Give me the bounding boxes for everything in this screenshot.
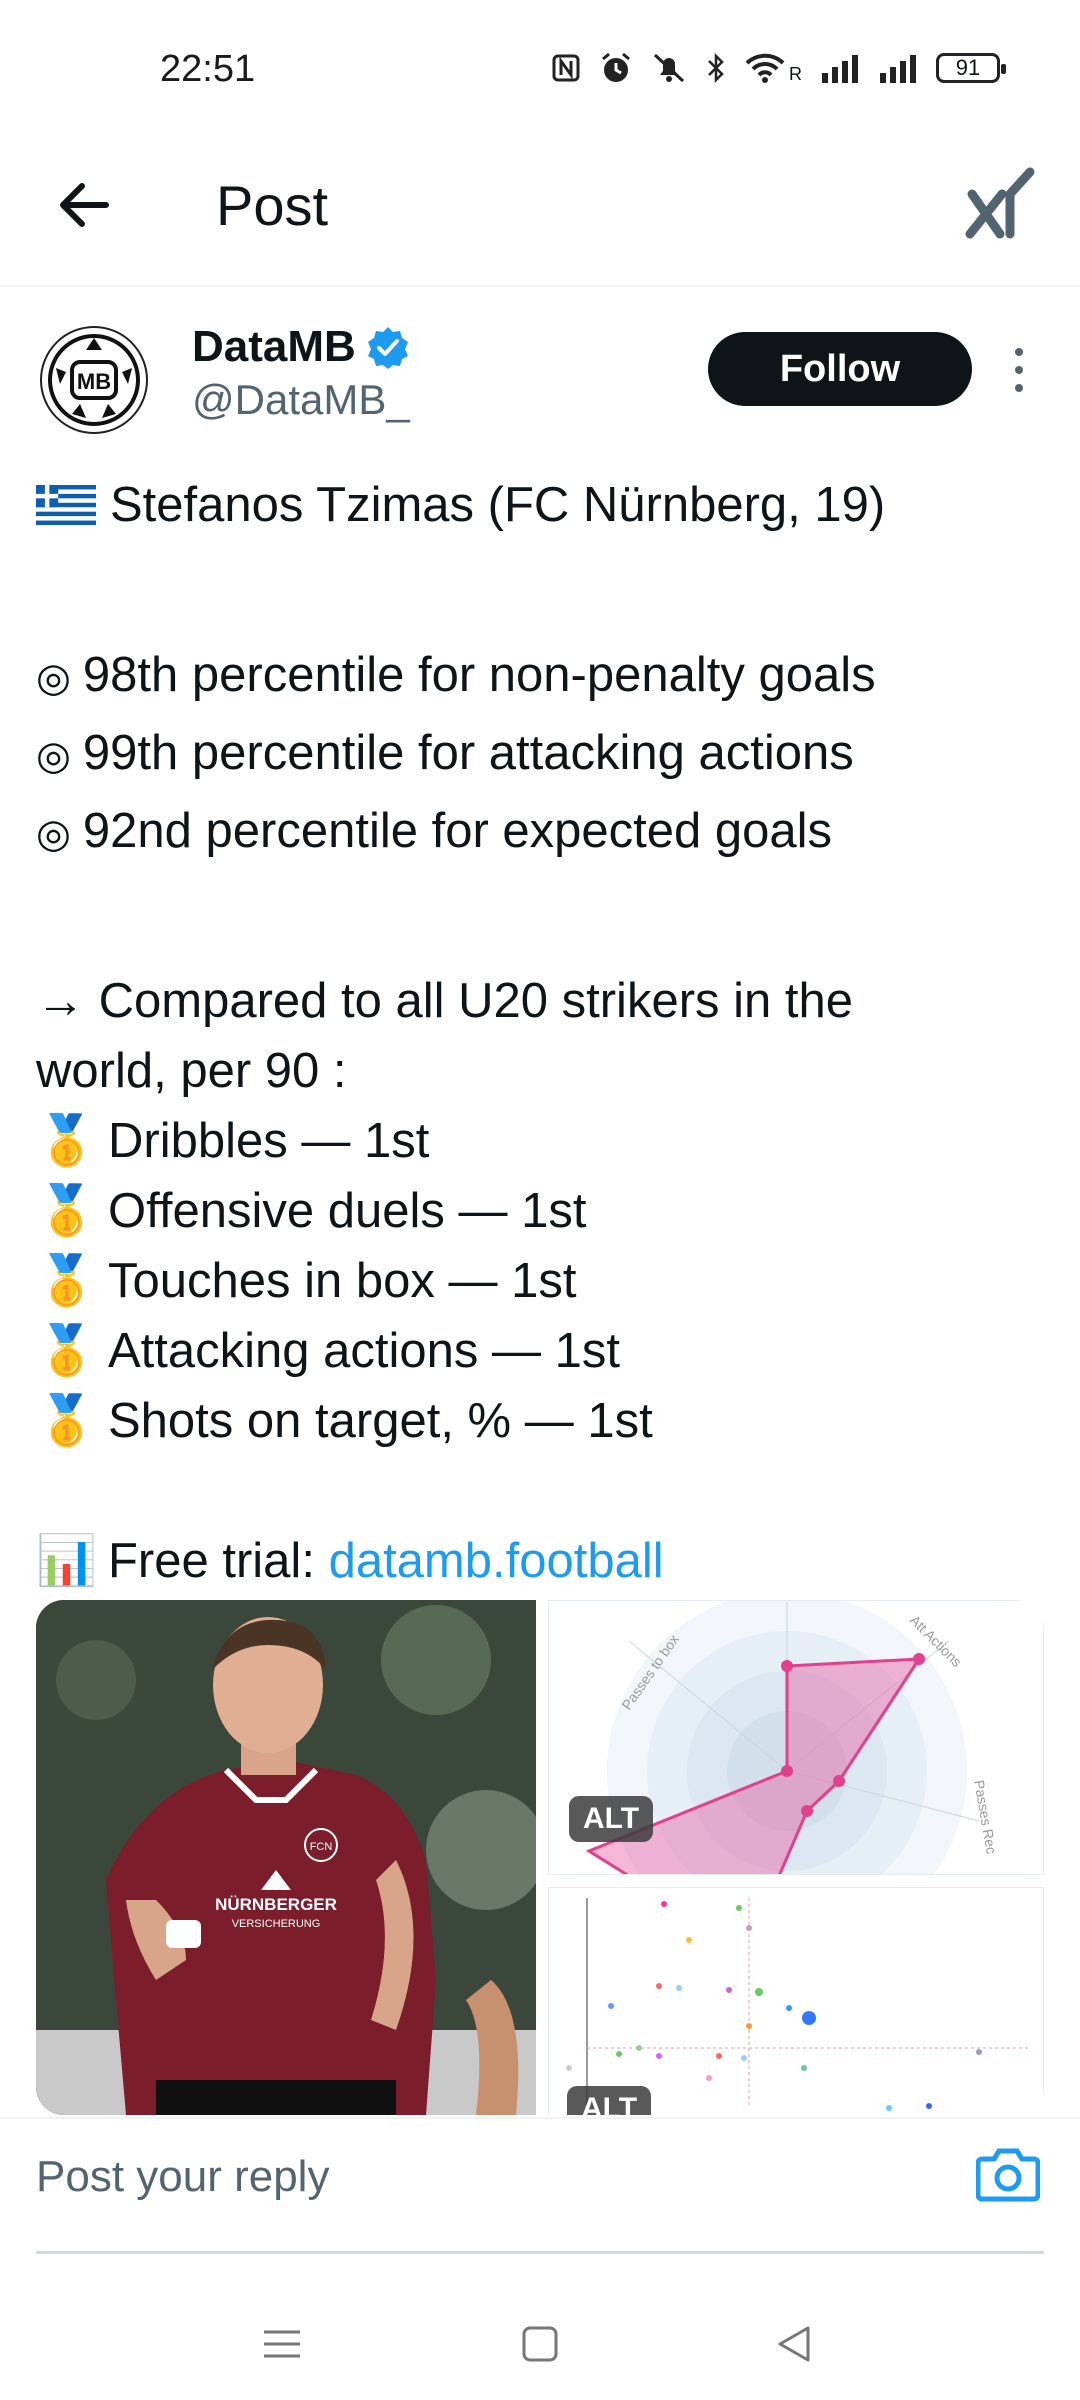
post-title-line: Stefanos Tzimas (FC Nürnberg, 19)	[36, 470, 1046, 540]
trial-link[interactable]: datamb.football	[329, 1534, 664, 1588]
ranking-item: 🥇 Attacking actions — 1st	[36, 1316, 1046, 1386]
page-title: Post	[216, 174, 329, 237]
bullet-icon: ◎	[36, 656, 71, 700]
reply-underline	[36, 2251, 1044, 2254]
medal-icon: 🥇	[36, 1254, 98, 1308]
home-square-icon[interactable]	[516, 2320, 564, 2368]
battery-level: 91	[955, 54, 981, 80]
author-name[interactable]: DataMB	[192, 322, 356, 372]
shirt-sponsor-sub: VERSICHERUNG	[232, 1918, 321, 1930]
alt-badge[interactable]: ALT	[569, 1796, 654, 1842]
player-photo[interactable]: FCN NÜRNBERGER VERSICHERUNG	[36, 1600, 536, 2115]
wifi-icon	[745, 53, 785, 83]
network-type-label: R	[789, 64, 802, 84]
post-screen: 22:51 R 91 Post MB DataMB @DataMB_ Follo…	[0, 0, 1080, 2400]
signal-icon-1	[822, 54, 858, 83]
post-text: Stefanos Tzimas (FC Nürnberg, 19) ◎ 98th …	[36, 470, 1046, 1596]
percentile-item: ◎ 92nd percentile for expected goals	[36, 796, 1046, 866]
datamb-logo-icon: MB	[48, 334, 140, 426]
compare-line: → Compared to all U20 strikers in the	[36, 974, 853, 1028]
bluetooth-icon	[708, 52, 724, 83]
bullet-icon: ◎	[36, 812, 71, 856]
nfc-icon	[552, 54, 580, 81]
more-options-icon[interactable]	[1008, 346, 1030, 394]
post-title: Stefanos Tzimas (FC Nürnberg, 19)	[110, 478, 886, 532]
radar-point	[781, 1765, 793, 1777]
ranking-item: 🥇 Dribbles — 1st	[36, 1106, 1046, 1176]
shirt-sponsor: NÜRNBERGER	[215, 1895, 337, 1914]
alt-badge[interactable]: ALT	[567, 2086, 652, 2115]
reply-bar: Post your reply	[0, 2117, 1080, 2259]
greece-flag-icon	[36, 485, 96, 525]
avatar[interactable]: MB	[40, 326, 148, 434]
radar-point	[801, 1805, 813, 1817]
status-bar: 22:51 R 91	[0, 0, 1080, 140]
percentile-item: ◎ 99th percentile for attacking actions	[36, 718, 1046, 788]
avatar-initials: MB	[77, 369, 111, 394]
radar-point	[781, 1660, 793, 1672]
top-bar: Post	[0, 140, 1080, 287]
grok-icon[interactable]	[960, 164, 1040, 244]
percentile-item: ◎ 98th percentile for non-penalty goals	[36, 640, 1046, 710]
menu-icon[interactable]	[258, 2320, 306, 2368]
medal-icon: 🥇	[36, 1394, 98, 1448]
scatter-chart-image[interactable]: ALT	[548, 1887, 1044, 2115]
compare-line: world, per 90 :	[36, 1044, 347, 1098]
back-triangle-icon[interactable]	[770, 2320, 818, 2368]
status-time: 22:51	[160, 48, 256, 90]
camera-icon[interactable]	[976, 2143, 1040, 2203]
radar-point	[913, 1653, 925, 1665]
medal-icon: 🥇	[36, 1184, 98, 1238]
status-icons: R 91	[551, 50, 1006, 85]
system-nav-bar	[0, 2280, 1080, 2400]
bar-chart-icon: 📊	[36, 1534, 98, 1588]
back-arrow-icon[interactable]	[50, 170, 120, 240]
ranking-item: 🥇 Touches in box — 1st	[36, 1246, 1046, 1316]
battery-icon: 91	[936, 52, 1006, 83]
signal-icon-2	[880, 54, 916, 83]
player-image: FCN NÜRNBERGER VERSICHERUNG	[36, 1600, 536, 2115]
reply-input[interactable]: Post your reply	[36, 2147, 936, 2207]
scatter-chart	[566, 1898, 1029, 2111]
medal-icon: 🥇	[36, 1114, 98, 1168]
ranking-item: 🥇 Shots on target, % — 1st	[36, 1386, 1046, 1456]
medal-icon: 🥇	[36, 1324, 98, 1378]
radar-label: Passes Rec	[971, 1779, 1000, 1855]
bullet-icon: ◎	[36, 734, 71, 778]
follow-button[interactable]: Follow	[708, 332, 972, 406]
radar-point	[833, 1775, 845, 1787]
shirt-crest: FCN	[310, 1841, 333, 1853]
media-grid: FCN NÜRNBERGER VERSICHERUNG Passes to bo…	[36, 1600, 1044, 2115]
alarm-icon	[602, 52, 630, 82]
trial-line: 📊 Free trial: datamb.football	[36, 1526, 1046, 1596]
radar-chart-image[interactable]: Passes to box Att Actions Passes Rec ALT	[548, 1600, 1044, 1875]
author-name-row[interactable]: DataMB	[192, 322, 410, 372]
author-handle[interactable]: @DataMB_	[192, 376, 410, 424]
ranking-item: 🥇 Offensive duels — 1st	[36, 1176, 1046, 1246]
verified-badge-icon	[367, 327, 408, 369]
mute-icon	[653, 53, 685, 82]
